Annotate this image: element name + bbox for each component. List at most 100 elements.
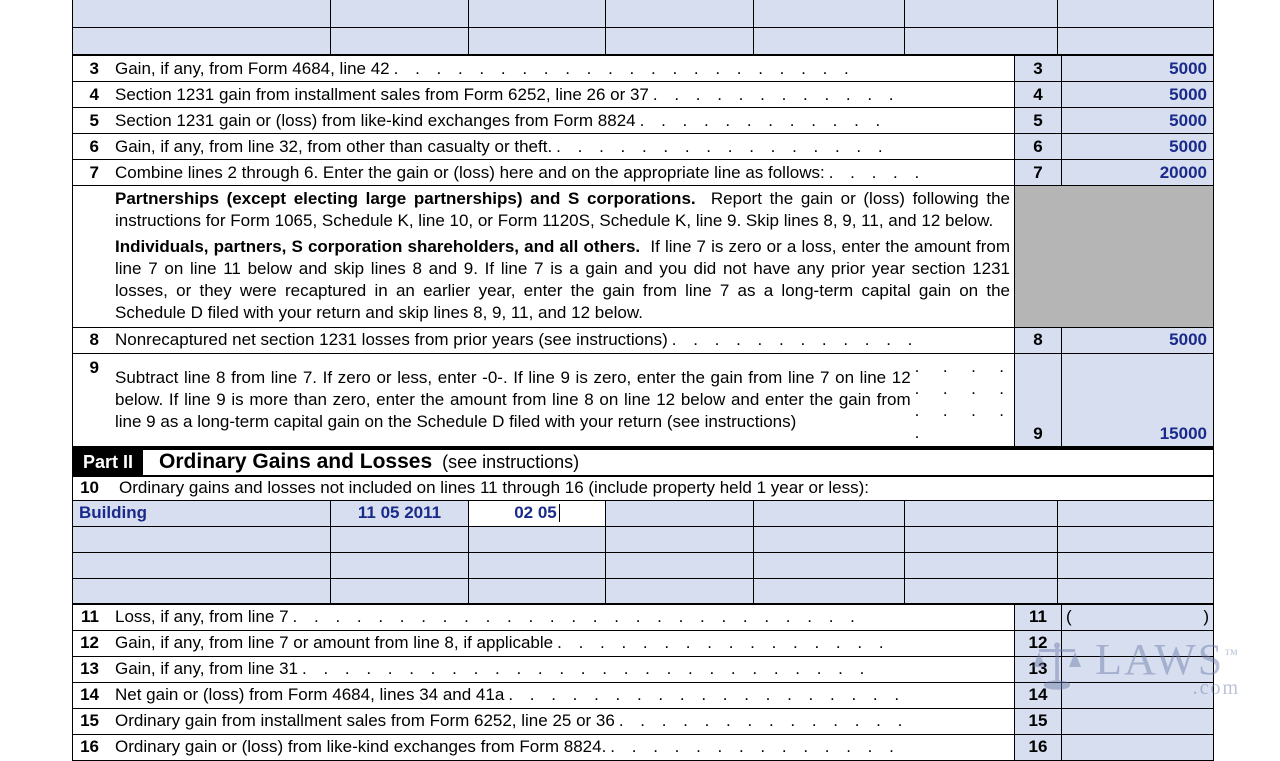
line-number: 10 [73, 478, 107, 498]
date-sold-input[interactable] [469, 527, 606, 552]
line-value[interactable]: 5000 [1062, 56, 1213, 81]
property-description-input[interactable] [73, 527, 331, 552]
property-entry-row: Building 11 05 2011 02 05 [73, 501, 1213, 527]
line-description: Nonrecaptured net section 1231 losses fr… [107, 328, 1014, 353]
line-value[interactable]: 5000 [1062, 134, 1213, 159]
line-value[interactable]: 15000 [1062, 354, 1213, 446]
instruction-text: Partnerships (except electing large part… [107, 186, 1014, 234]
cost-basis-input[interactable] [905, 527, 1058, 552]
line-value[interactable]: 5000 [1062, 108, 1213, 133]
line-number: 16 [73, 735, 107, 760]
line-description: Loss, if any, from line 7 . . . . . . . … [107, 605, 1014, 630]
line-description: Ordinary gain or (loss) from like-kind e… [107, 735, 1014, 760]
line-box-number: 12 [1014, 631, 1062, 656]
line-value[interactable] [1062, 631, 1213, 656]
line-value[interactable]: 5000 [1062, 328, 1213, 353]
line-box-number: 15 [1014, 709, 1062, 734]
line-15: 15 Ordinary gain from installment sales … [73, 709, 1213, 735]
instruction-row-partnerships: Partnerships (except electing large part… [73, 186, 1213, 234]
line-7: 7 Combine lines 2 through 6. Enter the g… [73, 160, 1213, 186]
line-value[interactable] [1062, 735, 1213, 760]
line-value[interactable] [1062, 683, 1213, 708]
line-number: 15 [73, 709, 107, 734]
gain-loss-input[interactable] [1058, 527, 1213, 552]
gain-loss-input[interactable] [1058, 553, 1213, 578]
line-number: 11 [73, 605, 107, 630]
line-number: 13 [73, 657, 107, 682]
line-description: Gain, if any, from line 32, from other t… [107, 134, 1014, 159]
date-acquired-input[interactable] [331, 553, 469, 578]
line-box-number: 14 [1014, 683, 1062, 708]
line-6: 6 Gain, if any, from line 32, from other… [73, 134, 1213, 160]
line-description: Subtract line 8 from line 7. If zero or … [107, 354, 1014, 446]
depreciation-input[interactable] [754, 579, 905, 603]
line-number: 3 [73, 56, 107, 81]
depreciation-input[interactable] [754, 553, 905, 578]
line-box-number: 6 [1014, 134, 1062, 159]
line-value[interactable]: 5000 [1062, 82, 1213, 107]
line-number: 5 [73, 108, 107, 133]
line-14: 14 Net gain or (loss) from Form 4684, li… [73, 683, 1213, 709]
depreciation-input[interactable] [754, 527, 905, 552]
instruction-row-individuals: Individuals, partners, S corporation sha… [73, 234, 1213, 327]
line-number: 12 [73, 631, 107, 656]
line-4: 4 Section 1231 gain from installment sal… [73, 82, 1213, 108]
line-12: 12 Gain, if any, from line 7 or amount f… [73, 631, 1213, 657]
section-title: Ordinary Gains and Losses [143, 450, 432, 474]
line-value[interactable]: 20000 [1062, 160, 1213, 185]
line-5: 5 Section 1231 gain or (loss) from like-… [73, 108, 1213, 134]
property-description-input[interactable]: Building [73, 501, 331, 526]
line-box-number: 5 [1014, 108, 1062, 133]
date-acquired-input[interactable] [331, 527, 469, 552]
line-number: 6 [73, 134, 107, 159]
line-box-number: 13 [1014, 657, 1062, 682]
line-description: Net gain or (loss) from Form 4684, lines… [107, 683, 1014, 708]
cost-basis-input[interactable] [905, 579, 1058, 603]
property-entry-row [73, 527, 1213, 553]
gain-loss-input[interactable] [1058, 501, 1213, 526]
line-3: 3 Gain, if any, from Form 4684, line 42 … [73, 56, 1213, 82]
form-4797-section: 3 Gain, if any, from Form 4684, line 42 … [72, 0, 1214, 761]
line-value[interactable] [1062, 657, 1213, 682]
sales-price-input[interactable] [606, 553, 754, 578]
line-description: Combine lines 2 through 6. Enter the gai… [107, 160, 1014, 185]
sales-price-input[interactable] [606, 501, 754, 526]
line-16: 16 Ordinary gain or (loss) from like-kin… [73, 735, 1213, 761]
greyed-out-block [1014, 234, 1213, 326]
sales-price-input[interactable] [606, 527, 754, 552]
line-description: Gain, if any, from line 7 or amount from… [107, 631, 1014, 656]
line-box-number: 11 [1014, 605, 1062, 630]
cost-basis-input[interactable] [905, 553, 1058, 578]
part-label: Part II [73, 450, 143, 475]
sales-price-input[interactable] [606, 579, 754, 603]
section-subtitle: (see instructions) [432, 452, 579, 473]
line-value-parens[interactable]: () [1062, 605, 1213, 630]
date-sold-input[interactable]: 02 05 [469, 501, 606, 526]
property-description-input[interactable] [73, 579, 331, 603]
depreciation-input[interactable] [754, 501, 905, 526]
instruction-text: Individuals, partners, S corporation sha… [107, 234, 1014, 326]
line-box-number: 3 [1014, 56, 1062, 81]
line-number: 14 [73, 683, 107, 708]
line-description: Gain, if any, from Form 4684, line 42 . … [107, 56, 1014, 81]
line-number: 9 [73, 354, 107, 446]
date-acquired-input[interactable] [331, 579, 469, 603]
date-sold-input[interactable] [469, 553, 606, 578]
property-entry-row [73, 553, 1213, 579]
date-acquired-input[interactable]: 11 05 2011 [331, 501, 469, 526]
line-9: 9 Subtract line 8 from line 7. If zero o… [73, 354, 1213, 448]
line-box-number: 7 [1014, 160, 1062, 185]
line-value[interactable] [1062, 709, 1213, 734]
line-box-number: 4 [1014, 82, 1062, 107]
cost-basis-input[interactable] [905, 501, 1058, 526]
line-description: Gain, if any, from line 31 . . . . . . .… [107, 657, 1014, 682]
property-description-input[interactable] [73, 553, 331, 578]
line-description: Section 1231 gain or (loss) from like-ki… [107, 108, 1014, 133]
date-sold-input[interactable] [469, 579, 606, 603]
part-2-header: Part II Ordinary Gains and Losses (see i… [73, 448, 1213, 477]
blank-grid-row [73, 28, 1213, 56]
line-description: Section 1231 gain from installment sales… [107, 82, 1014, 107]
line-number: 7 [73, 160, 107, 185]
line-box-number: 16 [1014, 735, 1062, 760]
gain-loss-input[interactable] [1058, 579, 1213, 603]
